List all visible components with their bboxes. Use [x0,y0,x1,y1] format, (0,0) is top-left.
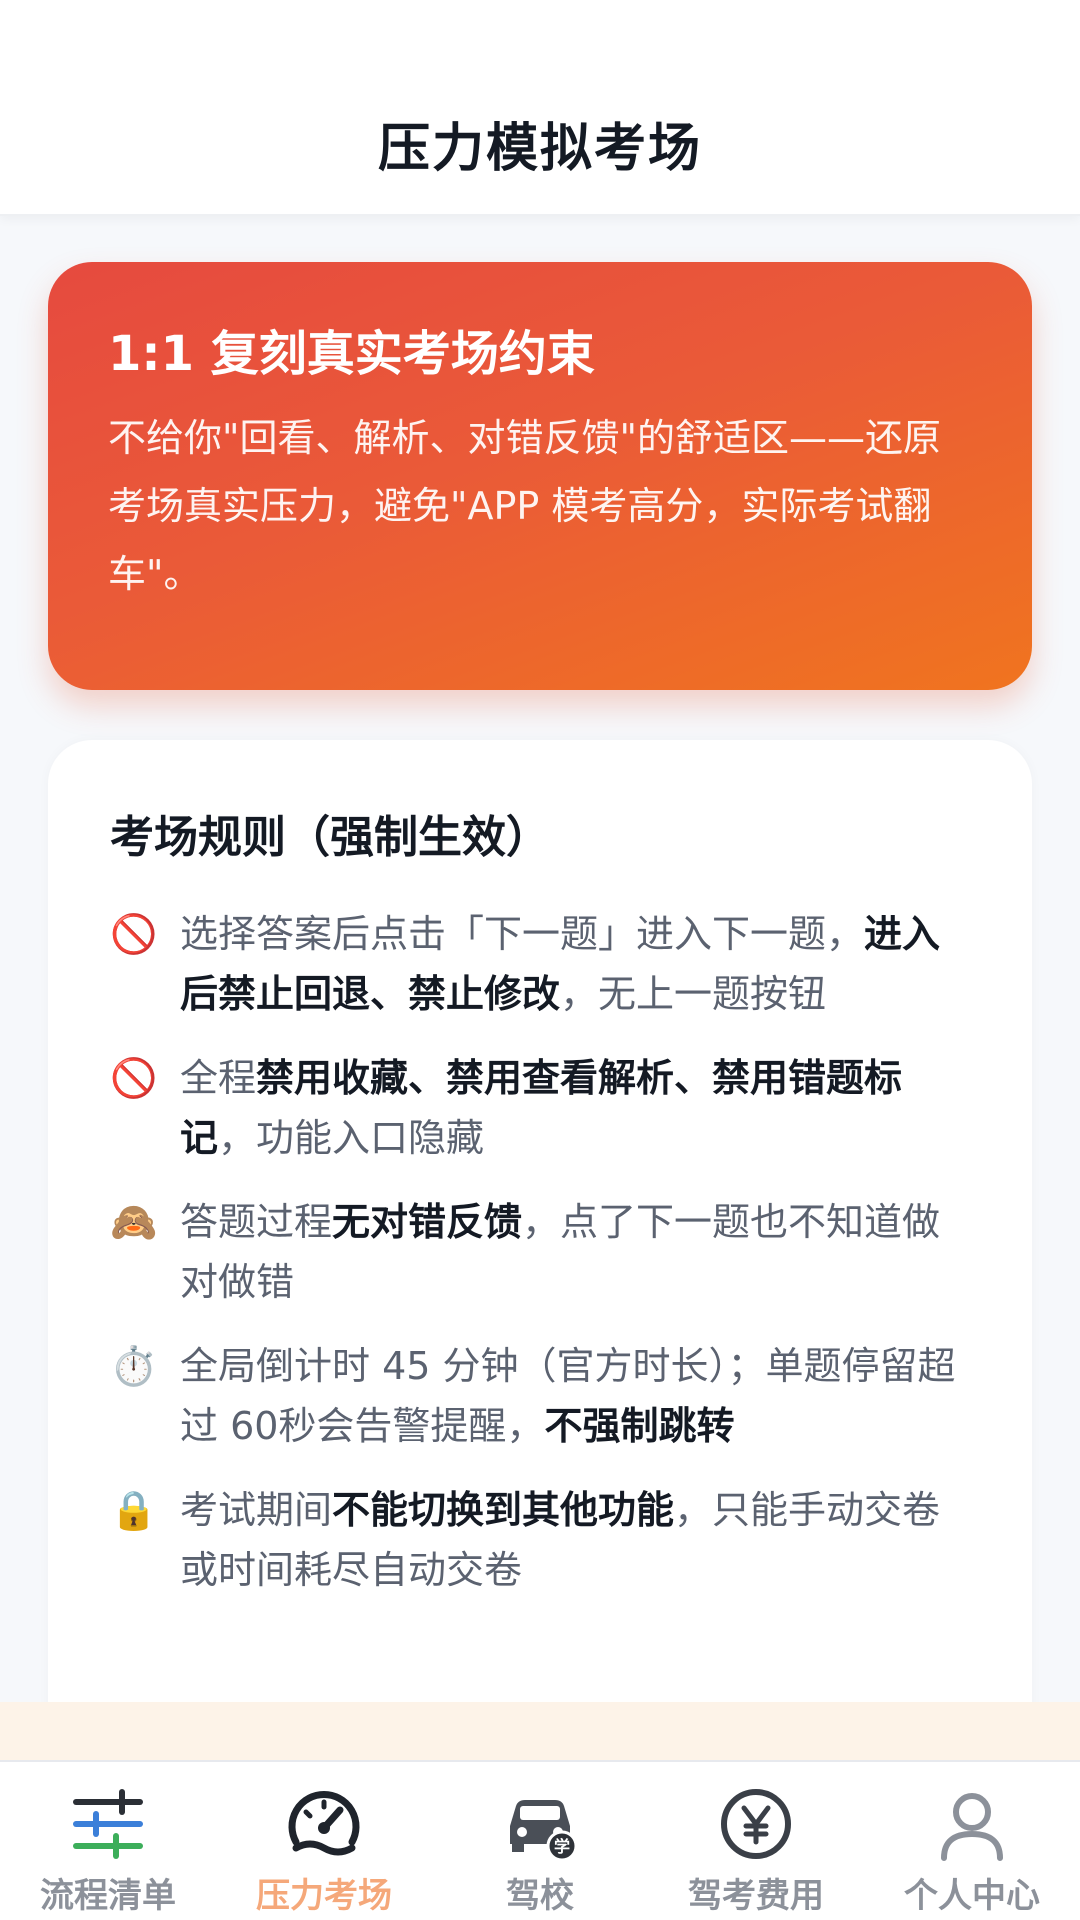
tab-label: 个人中心 [904,1876,1040,1916]
tab-pressure-exam[interactable]: 压力考场 [216,1762,432,1920]
user-icon [930,1782,1014,1866]
tab-label: 流程清单 [40,1876,176,1916]
rule-item: ⏱️ 全局倒计时 45 分钟（官方时长）；单题停留超过 60秒会告警提醒，不强制跳… [110,1336,970,1456]
rules-title: 考场规则（强制生效） [110,812,550,863]
rule-text: 全程禁用收藏、禁用查看解析、禁用错题标记，功能入口隐藏 [180,1048,970,1168]
hero-description: 不给你"回看、解析、对错反馈"的舒适区——还原考场真实压力，避免"APP 模考高… [108,416,941,596]
rule-text: 选择答案后点击「下一题」进入下一题，进入后禁止回退、禁止修改，无上一题按钮 [180,904,970,1024]
bottom-tab-bar: 流程清单 压力考场 学 驾校 驾考费用 个人中心 [0,1760,1080,1920]
rule-emphasis: 不能切换到其他功能 [332,1488,675,1532]
prohibited-icon: 🚫 [110,1056,158,1100]
rule-segment: 答题过程 [180,1200,333,1244]
sliders-icon [66,1782,150,1866]
rule-segment: 考试期间 [180,1488,333,1532]
tab-label: 驾校 [506,1876,574,1916]
rule-text: 考试期间不能切换到其他功能，只能手动交卷或时间耗尽自动交卷 [180,1480,970,1600]
bottom-tint [0,1702,1080,1762]
tab-process-list[interactable]: 流程清单 [0,1762,216,1920]
tab-driving-school[interactable]: 学 驾校 [432,1762,648,1920]
rules-card: 考场规则（强制生效） 🚫 选择答案后点击「下一题」进入下一题，进入后禁止回退、禁止… [48,740,1032,1720]
page-title: 压力模拟考场 [377,119,702,179]
see-no-evil-monkey-icon: 🙈 [110,1200,158,1244]
rule-segment: 选择答案后点击「下一题」进入下一题， [180,912,865,956]
prohibited-icon: 🚫 [110,912,158,956]
page-header: 压力模拟考场 [0,0,1080,216]
rule-item: 🚫 选择答案后点击「下一题」进入下一题，进入后禁止回退、禁止修改，无上一题按钮 [110,904,970,1024]
svg-text:学: 学 [554,1837,570,1856]
rule-segment: ，功能入口隐藏 [218,1116,485,1160]
rule-list: 🚫 选择答案后点击「下一题」进入下一题，进入后禁止回退、禁止修改，无上一题按钮 🚫 全… [110,904,970,1600]
rule-item: 🚫 全程禁用收藏、禁用查看解析、禁用错题标记，功能入口隐藏 [110,1048,970,1168]
rule-item: 🔒 考试期间不能切换到其他功能，只能手动交卷或时间耗尽自动交卷 [110,1480,970,1600]
lock-icon: 🔒 [110,1488,158,1532]
tab-exam-fees[interactable]: 驾考费用 [648,1762,864,1920]
tab-personal-center[interactable]: 个人中心 [864,1762,1080,1920]
hero-title: 1:1 复刻真实考场约束 [108,326,595,382]
rule-segment: 全程 [180,1056,257,1100]
rule-text: 答题过程无对错反馈，点了下一题也不知道做对做错 [180,1192,970,1312]
rule-item: 🙈 答题过程无对错反馈，点了下一题也不知道做对做错 [110,1192,970,1312]
yen-coin-icon [714,1782,798,1866]
speedometer-icon [282,1782,366,1866]
car-school-icon: 学 [498,1782,582,1866]
tab-label: 压力考场 [256,1876,392,1916]
stopwatch-icon: ⏱️ [110,1344,158,1388]
hero-banner: 1:1 复刻真实考场约束 不给你"回看、解析、对错反馈"的舒适区——还原考场真实… [48,262,1032,690]
rule-segment: ，无上一题按钮 [560,972,827,1016]
rule-emphasis: 无对错反馈 [332,1200,523,1244]
rule-emphasis: 不强制跳转 [544,1404,735,1448]
tab-label: 驾考费用 [688,1876,824,1916]
rule-text: 全局倒计时 45 分钟（官方时长）；单题停留超过 60秒会告警提醒，不强制跳转 [180,1336,970,1456]
